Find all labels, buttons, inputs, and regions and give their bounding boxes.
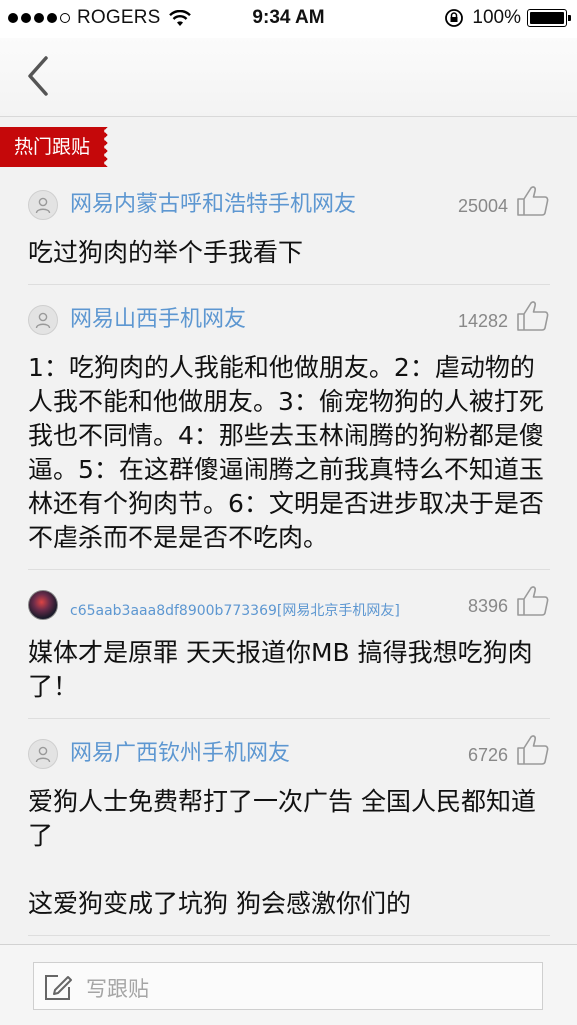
comment-text: 爱狗人士免费帮打了一次广告 全国人民都知道了 这爱狗变成了坑狗 狗会感激你们的	[28, 787, 536, 918]
back-chevron-icon[interactable]	[22, 52, 62, 102]
compose-comment-input[interactable]: 写跟贴	[33, 962, 543, 1010]
comment-username[interactable]: 网易内蒙古呼和浩特手机网友	[70, 191, 356, 219]
battery-percent: 100%	[472, 7, 521, 28]
vote-count: 25004	[457, 196, 508, 216]
hot-comments-tag: 热门跟贴	[0, 127, 111, 167]
comment-username[interactable]: c65aab3aaa8df8900b773369[网易北京手机网友]	[70, 597, 400, 625]
comment-header: 网易山西手机网友 14282	[28, 295, 550, 345]
battery-icon	[527, 9, 571, 27]
comment-item: 网易广西钦州手机网友 6726 爱狗人士免费帮打了一次广告 全国人民都知道了 这…	[28, 729, 550, 936]
thumbs-up-icon[interactable]	[516, 733, 550, 767]
thumbs-up-icon[interactable]	[516, 584, 550, 618]
bottom-bar: 写跟贴	[0, 944, 577, 1025]
vote-count: 6726	[467, 745, 508, 765]
thumbs-up-icon[interactable]	[516, 184, 550, 218]
comment-list: 网易内蒙古呼和浩特手机网友 25004 吃过狗肉的举个手我看下 网易山西手机网友…	[28, 180, 550, 946]
comment-header: 网易内蒙古呼和浩特手机网友 25004	[28, 180, 550, 230]
nav-bar	[0, 38, 577, 117]
default-avatar-icon	[35, 312, 51, 329]
status-right: 100%	[444, 7, 571, 29]
comment-text: 吃过狗肉的举个手我看下	[28, 238, 304, 267]
comment-item: 网易内蒙古呼和浩特手机网友 25004 吃过狗肉的举个手我看下	[28, 180, 550, 285]
status-bar: ROGERS 9:34 AM 100%	[0, 0, 577, 38]
comment-header: c65aab3aaa8df8900b773369[网易北京手机网友] 8396	[28, 580, 550, 630]
comment-username[interactable]: 网易山西手机网友	[70, 306, 246, 334]
comment-header: 网易广西钦州手机网友 6726	[28, 729, 550, 779]
comment-text: 媒体才是原罪 天天报道你MB 搞得我想吃狗肉了！	[28, 638, 533, 701]
avatar[interactable]	[28, 590, 58, 620]
vote-count: 8396	[467, 596, 508, 616]
compose-placeholder: 写跟贴	[86, 977, 149, 1001]
vote-count: 14282	[457, 311, 508, 331]
comment-text: 1：吃狗肉的人我能和他做朋友。2：虐动物的人我不能和他做朋友。3：偷宠物狗的人被…	[28, 353, 544, 552]
avatar[interactable]	[28, 305, 58, 335]
comment-item: c65aab3aaa8df8900b773369[网易北京手机网友] 8396 …	[28, 580, 550, 719]
avatar[interactable]	[28, 739, 58, 769]
default-avatar-icon	[35, 197, 51, 214]
rotation-lock-icon	[445, 9, 464, 27]
avatar[interactable]	[28, 190, 58, 220]
compose-edit-icon	[45, 975, 72, 1000]
thumbs-up-icon[interactable]	[516, 299, 550, 333]
comment-item: 网易山西手机网友 14282 1：吃狗肉的人我能和他做朋友。2：虐动物的人我不能…	[28, 295, 550, 570]
default-avatar-icon	[35, 746, 51, 763]
comment-username[interactable]: 网易广西钦州手机网友	[70, 740, 290, 768]
